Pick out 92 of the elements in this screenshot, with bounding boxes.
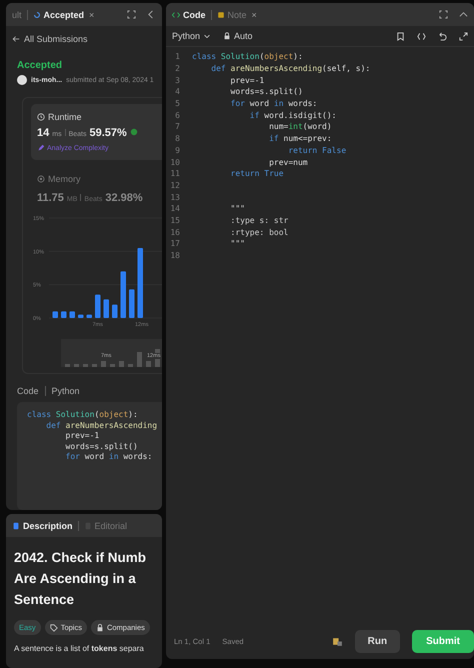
line-number: 3 (174, 76, 180, 85)
run-button[interactable]: Run (354, 630, 400, 653)
pencil-icon (37, 144, 45, 152)
auto-mode[interactable]: Auto (223, 31, 253, 41)
code-line: num=int(word) (268, 122, 332, 132)
line-number: 18 (169, 251, 180, 260)
line-number: 4 (174, 87, 180, 96)
code-line: if word.isdigit(): (248, 110, 336, 120)
close-icon[interactable]: × (89, 10, 94, 20)
expand-icon[interactable] (459, 32, 468, 40)
line-number: 9 (174, 146, 180, 155)
overview-bar (92, 364, 97, 367)
line-number: 5 (174, 99, 180, 108)
code-line: words=s.split() (230, 87, 303, 96)
braces-icon[interactable] (417, 32, 426, 40)
overview-bar (137, 352, 142, 367)
overview-bar (128, 364, 133, 367)
overview-bar (83, 364, 88, 367)
beats-percent: 32.98% (105, 192, 143, 204)
close-icon[interactable]: × (252, 10, 257, 20)
runtime-value: 14 (37, 127, 50, 139)
code-line: class Solution(object): (192, 52, 303, 62)
line-number: 8 (174, 134, 180, 144)
overview-bar (119, 361, 124, 367)
panel-tab[interactable]: Description (12, 520, 73, 530)
language-label: Python (52, 386, 80, 396)
memory-value: 11.75 (37, 192, 64, 204)
code-line: :rtype: bool (230, 228, 288, 237)
code-line: prev=-1 (230, 76, 264, 85)
code-label: Code (17, 386, 39, 396)
document-icon (12, 522, 20, 530)
submission-status: Accepted (16, 59, 64, 71)
back-link[interactable]: All Submissions (24, 34, 88, 44)
clock-icon (37, 113, 45, 121)
line-number: 10 (169, 158, 180, 167)
back-arrow-icon[interactable] (12, 35, 20, 43)
undo-icon[interactable] (438, 32, 447, 40)
line-number: 2 (174, 64, 180, 74)
code-line: """ (230, 239, 245, 248)
overview-bar (65, 364, 70, 367)
line-number: 1 (174, 52, 180, 62)
code-icon (172, 10, 180, 18)
code-line: for word in words: (230, 99, 318, 108)
line-number: 16 (169, 228, 180, 237)
histogram-bar[interactable] (61, 311, 66, 318)
overview-bar (146, 361, 151, 367)
line-number: 15 (169, 216, 180, 225)
histogram-bar[interactable] (78, 314, 84, 318)
histogram-bar[interactable] (104, 299, 109, 318)
bookmark-icon[interactable] (396, 32, 405, 40)
lock-icon (223, 32, 232, 40)
memory-icon (37, 175, 45, 183)
code-line: prev=num (268, 158, 308, 167)
tag-icon (50, 624, 58, 632)
refresh-icon (32, 10, 41, 18)
histogram-bar[interactable] (129, 289, 134, 318)
problem-text: A sentence is a list of tokens separa (13, 643, 145, 653)
line-number: 13 (169, 192, 180, 202)
code-line: def areNumbersAscending(self, s): (210, 64, 370, 74)
maximize-icon[interactable] (127, 10, 136, 19)
line-number: 17 (169, 239, 180, 248)
collapse-icon[interactable] (459, 10, 468, 19)
chevron-down-icon (203, 32, 212, 40)
runtime-title: Runtime (48, 112, 82, 122)
code-line: return True (230, 169, 284, 178)
maximize-icon[interactable] (439, 10, 448, 19)
histogram-bar[interactable] (52, 311, 58, 318)
panel-tab[interactable]: Accepted (32, 10, 84, 20)
line-number: 14 (169, 204, 180, 214)
line-number: 6 (174, 110, 180, 120)
line-number: 11 (169, 169, 180, 178)
line-number: 7 (174, 122, 180, 132)
overview-bar (74, 364, 79, 367)
avatar (17, 75, 27, 85)
lock-icon (96, 624, 104, 632)
badge-icon (130, 128, 138, 136)
editor-tab[interactable]: Code (172, 10, 206, 20)
line-number: 12 (169, 180, 180, 190)
code-block: class Solution(object): def areNumbersAscending prev=-1 words=s.split() for word in words: (17, 402, 162, 510)
code-line: :type s: str (230, 216, 288, 225)
beats-percent: 59.57% (90, 127, 127, 139)
note-icon (216, 10, 224, 18)
overview-bar (101, 361, 106, 367)
code-line: return False (287, 146, 346, 155)
histogram-bar[interactable] (70, 311, 75, 318)
overview-bar (110, 364, 115, 367)
language-dropdown[interactable]: Python (172, 31, 212, 41)
code-line: """ (230, 204, 245, 214)
histogram-bar[interactable] (86, 314, 92, 318)
code-line: if num<=prev: (268, 134, 332, 144)
memory-title: Memory (48, 174, 81, 184)
problem-title: 2042. Check if Numb Are Ascending in a Sentence (13, 549, 148, 609)
